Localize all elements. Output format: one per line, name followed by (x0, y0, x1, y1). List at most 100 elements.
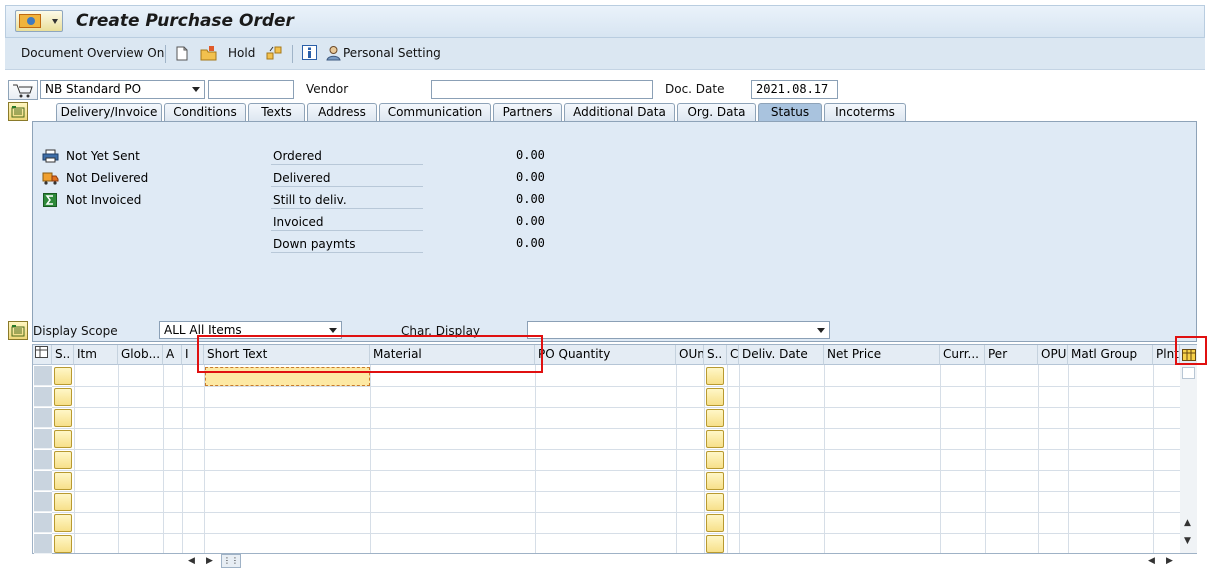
tab-org-data[interactable]: Org. Data (677, 103, 756, 122)
application-toolbar: Document Overview On Hold Personal Setti… (5, 38, 1205, 70)
tab-address[interactable]: Address (307, 103, 377, 122)
status-cell-button[interactable] (54, 388, 72, 406)
row-selector[interactable] (34, 471, 52, 491)
col-delivery-date[interactable]: Deliv. Date (739, 345, 824, 365)
tab-communication[interactable]: Communication (379, 103, 491, 122)
scroll-left-end-icon[interactable]: ◀ (1148, 556, 1155, 566)
scroll-right-end-icon[interactable]: ▶ (1166, 556, 1173, 566)
toolbar-separator (165, 45, 166, 63)
schedule-cell-button[interactable] (706, 451, 724, 469)
vertical-scrollbar[interactable]: ▲ ▼ (1180, 365, 1197, 553)
char-display-select[interactable] (527, 321, 830, 339)
tab-additional-data[interactable]: Additional Data (564, 103, 675, 122)
scrollbar-thumb[interactable] (1182, 367, 1195, 379)
check-icon[interactable] (265, 44, 283, 62)
col-item[interactable]: Itm (74, 345, 118, 365)
tab-partners[interactable]: Partners (493, 103, 562, 122)
status-cell-button[interactable] (54, 514, 72, 532)
col-status[interactable]: S.. (52, 345, 74, 365)
row-selector[interactable] (34, 534, 52, 554)
status-cell-button[interactable] (54, 430, 72, 448)
chevron-down-icon (817, 328, 825, 333)
delivered-value: 0.00 (516, 170, 545, 184)
delivered-label: Delivered (273, 171, 331, 185)
col-schedule[interactable]: S.. (704, 345, 727, 365)
schedule-cell-button[interactable] (706, 472, 724, 490)
grid-line (1153, 365, 1154, 553)
row-selector[interactable] (34, 513, 52, 533)
status-cell-button[interactable] (54, 535, 72, 553)
col-currency[interactable]: Curr... (940, 345, 985, 365)
grid-line (52, 386, 1180, 387)
hold-button[interactable]: Hold (228, 46, 255, 60)
system-menu-button[interactable] (15, 10, 63, 32)
scroll-right-icon[interactable]: ▶ (206, 556, 213, 566)
personal-setting-button[interactable]: Personal Setting (343, 46, 441, 60)
ordered-value: 0.00 (516, 148, 545, 162)
ordered-label: Ordered (273, 149, 322, 163)
schedule-cell-button[interactable] (706, 367, 724, 385)
still-to-deliver-value: 0.00 (516, 192, 545, 206)
grid-line (739, 365, 740, 553)
col-net-price[interactable]: Net Price (824, 345, 940, 365)
scroll-down-icon[interactable]: ▼ (1184, 536, 1191, 546)
highlight-box-column-config (1175, 336, 1207, 365)
order-type-select[interactable]: NB Standard PO (40, 80, 205, 99)
col-matl-group[interactable]: Matl Group (1068, 345, 1153, 365)
status-cell-button[interactable] (54, 367, 72, 385)
row-selector[interactable] (34, 387, 52, 407)
tab-conditions[interactable]: Conditions (164, 103, 246, 122)
grid-line (52, 512, 1180, 513)
row-selector[interactable] (34, 429, 52, 449)
col-account-assignment[interactable]: A (163, 345, 182, 365)
shopping-cart-button[interactable] (8, 80, 38, 100)
collapse-header-button[interactable] (8, 102, 28, 121)
table-settings-icon[interactable] (33, 345, 52, 365)
schedule-cell-button[interactable] (706, 388, 724, 406)
new-document-icon[interactable] (175, 45, 189, 62)
tab-status[interactable]: Status (758, 103, 822, 122)
document-overview-button[interactable]: Document Overview On (21, 46, 164, 60)
col-per[interactable]: Per (985, 345, 1038, 365)
title-bar: Create Purchase Order (5, 5, 1205, 38)
divider (271, 186, 423, 187)
schedule-cell-button[interactable] (706, 514, 724, 532)
status-cell-button[interactable] (54, 472, 72, 490)
open-folder-icon[interactable] (199, 44, 217, 62)
info-icon[interactable] (301, 44, 317, 61)
grid-line (535, 365, 536, 553)
row-selector[interactable] (34, 450, 52, 470)
personal-setting-icon[interactable] (325, 44, 341, 62)
col-c[interactable]: C (727, 345, 739, 365)
row-selector[interactable] (34, 408, 52, 428)
col-global[interactable]: Glob... (118, 345, 163, 365)
grid-line (74, 365, 75, 553)
schedule-cell-button[interactable] (706, 493, 724, 511)
still-to-deliver-label: Still to deliv. (273, 193, 347, 207)
col-order-unit[interactable]: OUn (676, 345, 704, 365)
divider (271, 252, 423, 253)
status-cell-button[interactable] (54, 493, 72, 511)
tab-incoterms[interactable]: Incoterms (824, 103, 906, 122)
doc-date-field[interactable]: 2021.08.17 (751, 80, 838, 99)
vendor-field[interactable] (431, 80, 653, 99)
toolbar-separator (292, 45, 293, 63)
horizontal-scrollbar-thumb[interactable]: ⋮⋮ (221, 554, 241, 568)
col-opu[interactable]: OPU (1038, 345, 1068, 365)
col-po-quantity[interactable]: PO Quantity (535, 345, 676, 365)
row-selector[interactable] (34, 492, 52, 512)
po-number-field[interactable] (208, 80, 294, 99)
status-cell-button[interactable] (54, 451, 72, 469)
status-not-invoiced: Not Invoiced (66, 193, 142, 207)
status-cell-button[interactable] (54, 409, 72, 427)
scroll-up-icon[interactable]: ▲ (1184, 518, 1191, 528)
schedule-cell-button[interactable] (706, 535, 724, 553)
row-selector[interactable] (34, 366, 52, 386)
schedule-cell-button[interactable] (706, 430, 724, 448)
collapse-items-button[interactable] (8, 321, 28, 340)
item-overview-table: S.. Itm Glob... A I Short Text Material … (32, 344, 1197, 554)
tab-delivery-invoice[interactable]: Delivery/Invoice (56, 103, 162, 122)
schedule-cell-button[interactable] (706, 409, 724, 427)
tab-texts[interactable]: Texts (248, 103, 305, 122)
scroll-left-icon[interactable]: ◀ (188, 556, 195, 566)
